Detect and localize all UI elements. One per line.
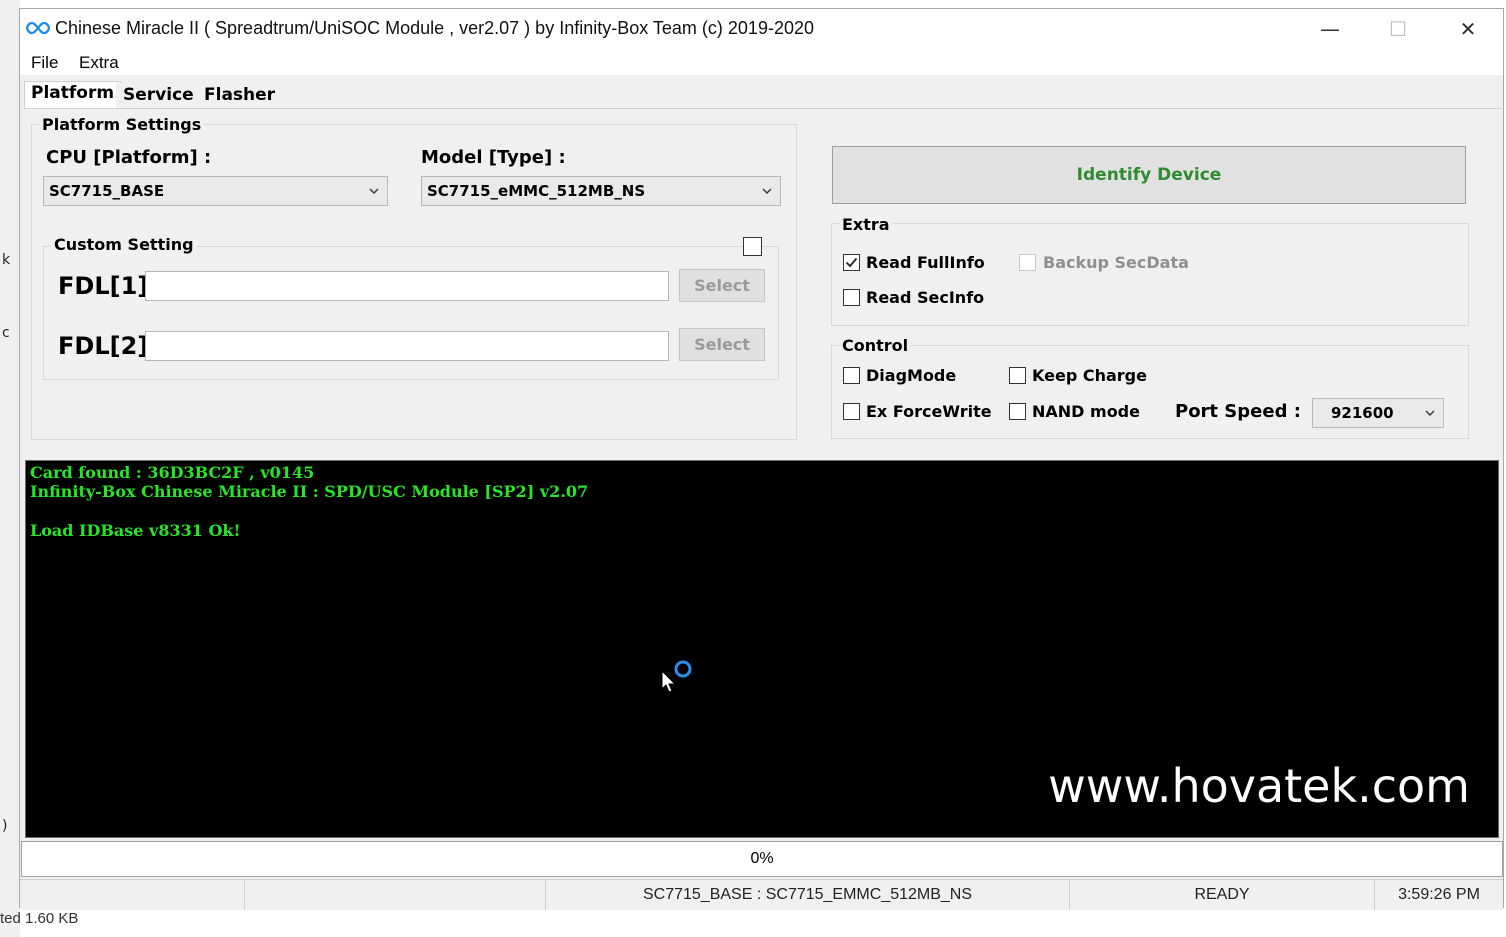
infinity-logo-icon bbox=[26, 21, 50, 35]
status-bar: SC7715_BASE : SC7715_EMMC_512MB_NS READY… bbox=[20, 879, 1503, 910]
background-fragment: c bbox=[2, 325, 10, 341]
cpu-platform-label: CPU [Platform] : bbox=[46, 147, 212, 168]
diagmode-label: DiagMode bbox=[866, 366, 957, 385]
log-line: Infinity-Box Chinese Miracle II : SPD/US… bbox=[30, 482, 589, 501]
title-bar[interactable]: Chinese Miracle II ( Spreadtrum/UniSOC M… bbox=[20, 9, 1503, 49]
menu-file[interactable]: File bbox=[31, 53, 58, 73]
fdl1-select-button[interactable]: Select bbox=[679, 269, 765, 302]
tab-flasher[interactable]: Flasher bbox=[197, 83, 283, 109]
background-fragment: ) bbox=[2, 818, 8, 834]
model-type-value: SC7715_eMMC_512MB_NS bbox=[427, 182, 646, 200]
read-secinfo-label: Read SecInfo bbox=[866, 288, 985, 307]
background-window-edge: k c ) bbox=[0, 0, 20, 937]
maximize-button[interactable]: ☐ bbox=[1368, 9, 1428, 49]
ex-forcewrite-checkbox[interactable] bbox=[843, 403, 860, 420]
minimize-button[interactable]: — bbox=[1300, 9, 1360, 49]
progress-bar: 0% bbox=[21, 841, 1503, 877]
control-title: Control bbox=[839, 336, 912, 355]
extra-group bbox=[831, 223, 1469, 326]
log-line: Load IDBase v8331 Ok! bbox=[30, 521, 241, 540]
extra-title: Extra bbox=[839, 215, 893, 234]
read-fullinfo-checkbox[interactable] bbox=[843, 254, 860, 271]
log-console[interactable]: Card found : 36D3BC2F , v0145 Infinity-B… bbox=[25, 460, 1499, 838]
chevron-down-icon bbox=[1425, 410, 1435, 416]
backup-secdata-label: Backup SecData bbox=[1043, 253, 1189, 272]
fdl2-label: FDL[2] bbox=[58, 332, 149, 360]
backup-secdata-checkbox bbox=[1019, 254, 1036, 271]
keep-charge-checkbox[interactable] bbox=[1009, 367, 1026, 384]
close-button[interactable]: ✕ bbox=[1438, 9, 1498, 49]
log-line: Card found : 36D3BC2F , v0145 bbox=[30, 463, 315, 482]
menu-bar: File Extra bbox=[20, 49, 1503, 75]
custom-setting-title: Custom Setting bbox=[51, 235, 197, 254]
app-window: Chinese Miracle II ( Spreadtrum/UniSOC M… bbox=[19, 8, 1504, 910]
progress-label: 0% bbox=[750, 850, 774, 867]
nand-mode-checkbox[interactable] bbox=[1009, 403, 1026, 420]
read-fullinfo-label: Read FullInfo bbox=[866, 253, 985, 272]
status-cell-empty bbox=[245, 880, 546, 910]
keep-charge-label: Keep Charge bbox=[1032, 366, 1147, 385]
model-type-select[interactable]: SC7715_eMMC_512MB_NS bbox=[421, 176, 781, 206]
status-state: READY bbox=[1070, 880, 1375, 910]
tab-platform[interactable]: Platform bbox=[24, 81, 122, 109]
status-cell-empty bbox=[20, 880, 245, 910]
read-secinfo-checkbox[interactable] bbox=[843, 289, 860, 306]
window-title: Chinese Miracle II ( Spreadtrum/UniSOC M… bbox=[55, 18, 814, 38]
tab-service[interactable]: Service bbox=[116, 83, 201, 109]
menu-extra[interactable]: Extra bbox=[79, 53, 119, 73]
platform-settings-title: Platform Settings bbox=[39, 115, 205, 134]
status-time: 3:59:26 PM bbox=[1398, 886, 1480, 903]
cpu-platform-select[interactable]: SC7715_BASE bbox=[43, 176, 388, 206]
background-statusbar-text: ted 1.60 KB bbox=[0, 910, 79, 927]
fdl1-path-input[interactable] bbox=[145, 271, 669, 301]
custom-setting-checkbox[interactable] bbox=[743, 237, 762, 256]
chevron-down-icon bbox=[762, 188, 772, 194]
port-speed-value: 921600 bbox=[1331, 404, 1394, 422]
chevron-down-icon bbox=[369, 188, 379, 194]
port-speed-select[interactable]: 921600 bbox=[1312, 398, 1444, 428]
diagmode-checkbox[interactable] bbox=[843, 367, 860, 384]
ex-forcewrite-label: Ex ForceWrite bbox=[866, 402, 992, 421]
nand-mode-label: NAND mode bbox=[1032, 402, 1140, 421]
fdl2-path-input[interactable] bbox=[145, 331, 669, 361]
fdl1-label: FDL[1] bbox=[58, 272, 149, 300]
port-speed-label: Port Speed : bbox=[1175, 401, 1301, 422]
cpu-platform-value: SC7715_BASE bbox=[49, 182, 165, 200]
background-fragment: k bbox=[2, 252, 11, 268]
busy-cursor-icon bbox=[661, 660, 692, 693]
identify-device-button[interactable]: Identify Device bbox=[832, 146, 1466, 204]
status-platform-model: SC7715_BASE : SC7715_EMMC_512MB_NS bbox=[546, 880, 1070, 910]
model-type-label: Model [Type] : bbox=[421, 147, 566, 168]
checkmark-icon bbox=[845, 257, 858, 268]
watermark-text: www.hovatek.com bbox=[1048, 759, 1470, 813]
fdl2-select-button[interactable]: Select bbox=[679, 328, 765, 361]
